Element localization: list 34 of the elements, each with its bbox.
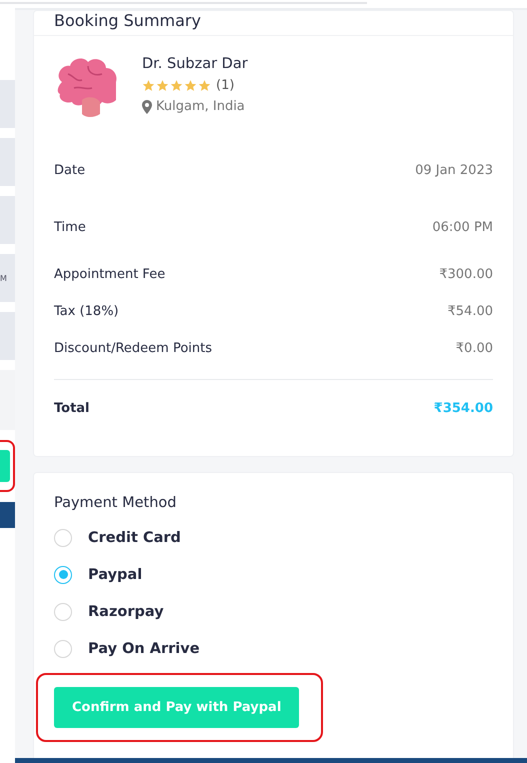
total-label: Total bbox=[54, 400, 90, 416]
detail-value: 06:00 PM bbox=[432, 220, 493, 235]
detail-value: ₹54.00 bbox=[448, 304, 493, 319]
review-count: (1) bbox=[216, 78, 234, 93]
detail-value: 09 Jan 2023 bbox=[415, 163, 493, 178]
radio-label[interactable]: Pay On Arrive bbox=[88, 640, 200, 656]
partial-button[interactable] bbox=[0, 450, 10, 482]
location-text: Kulgam, India bbox=[156, 99, 245, 114]
doctor-name: Dr. Subzar Dar bbox=[142, 56, 248, 72]
detail-label: Tax (18%) bbox=[54, 304, 119, 319]
radio-button[interactable] bbox=[54, 566, 72, 584]
radio-button[interactable] bbox=[54, 528, 72, 546]
detail-value: ₹300.00 bbox=[439, 267, 493, 282]
payment-title: Payment Method bbox=[54, 495, 178, 511]
partial-bar bbox=[0, 502, 15, 528]
star-icon bbox=[184, 79, 197, 92]
star-icon bbox=[156, 79, 169, 92]
radio-label[interactable]: Paypal bbox=[88, 566, 142, 582]
total-value: ₹354.00 bbox=[434, 400, 493, 416]
radio-label[interactable]: Credit Card bbox=[88, 530, 181, 546]
text-fragment: M bbox=[0, 254, 15, 302]
star-icon bbox=[170, 79, 183, 92]
card-title: Booking Summary bbox=[54, 11, 202, 30]
detail-label: Appointment Fee bbox=[54, 267, 166, 282]
radio-label[interactable]: Razorpay bbox=[88, 604, 164, 620]
detail-label: Time bbox=[54, 220, 86, 235]
detail-label: Discount/Redeem Points bbox=[54, 341, 212, 356]
star-icon bbox=[198, 79, 211, 92]
star-icon bbox=[142, 79, 155, 92]
map-pin-icon bbox=[142, 100, 152, 114]
radio-button[interactable] bbox=[54, 640, 72, 658]
detail-value: ₹0.00 bbox=[456, 341, 493, 356]
detail-label: Date bbox=[54, 163, 86, 178]
radio-button[interactable] bbox=[54, 602, 72, 620]
